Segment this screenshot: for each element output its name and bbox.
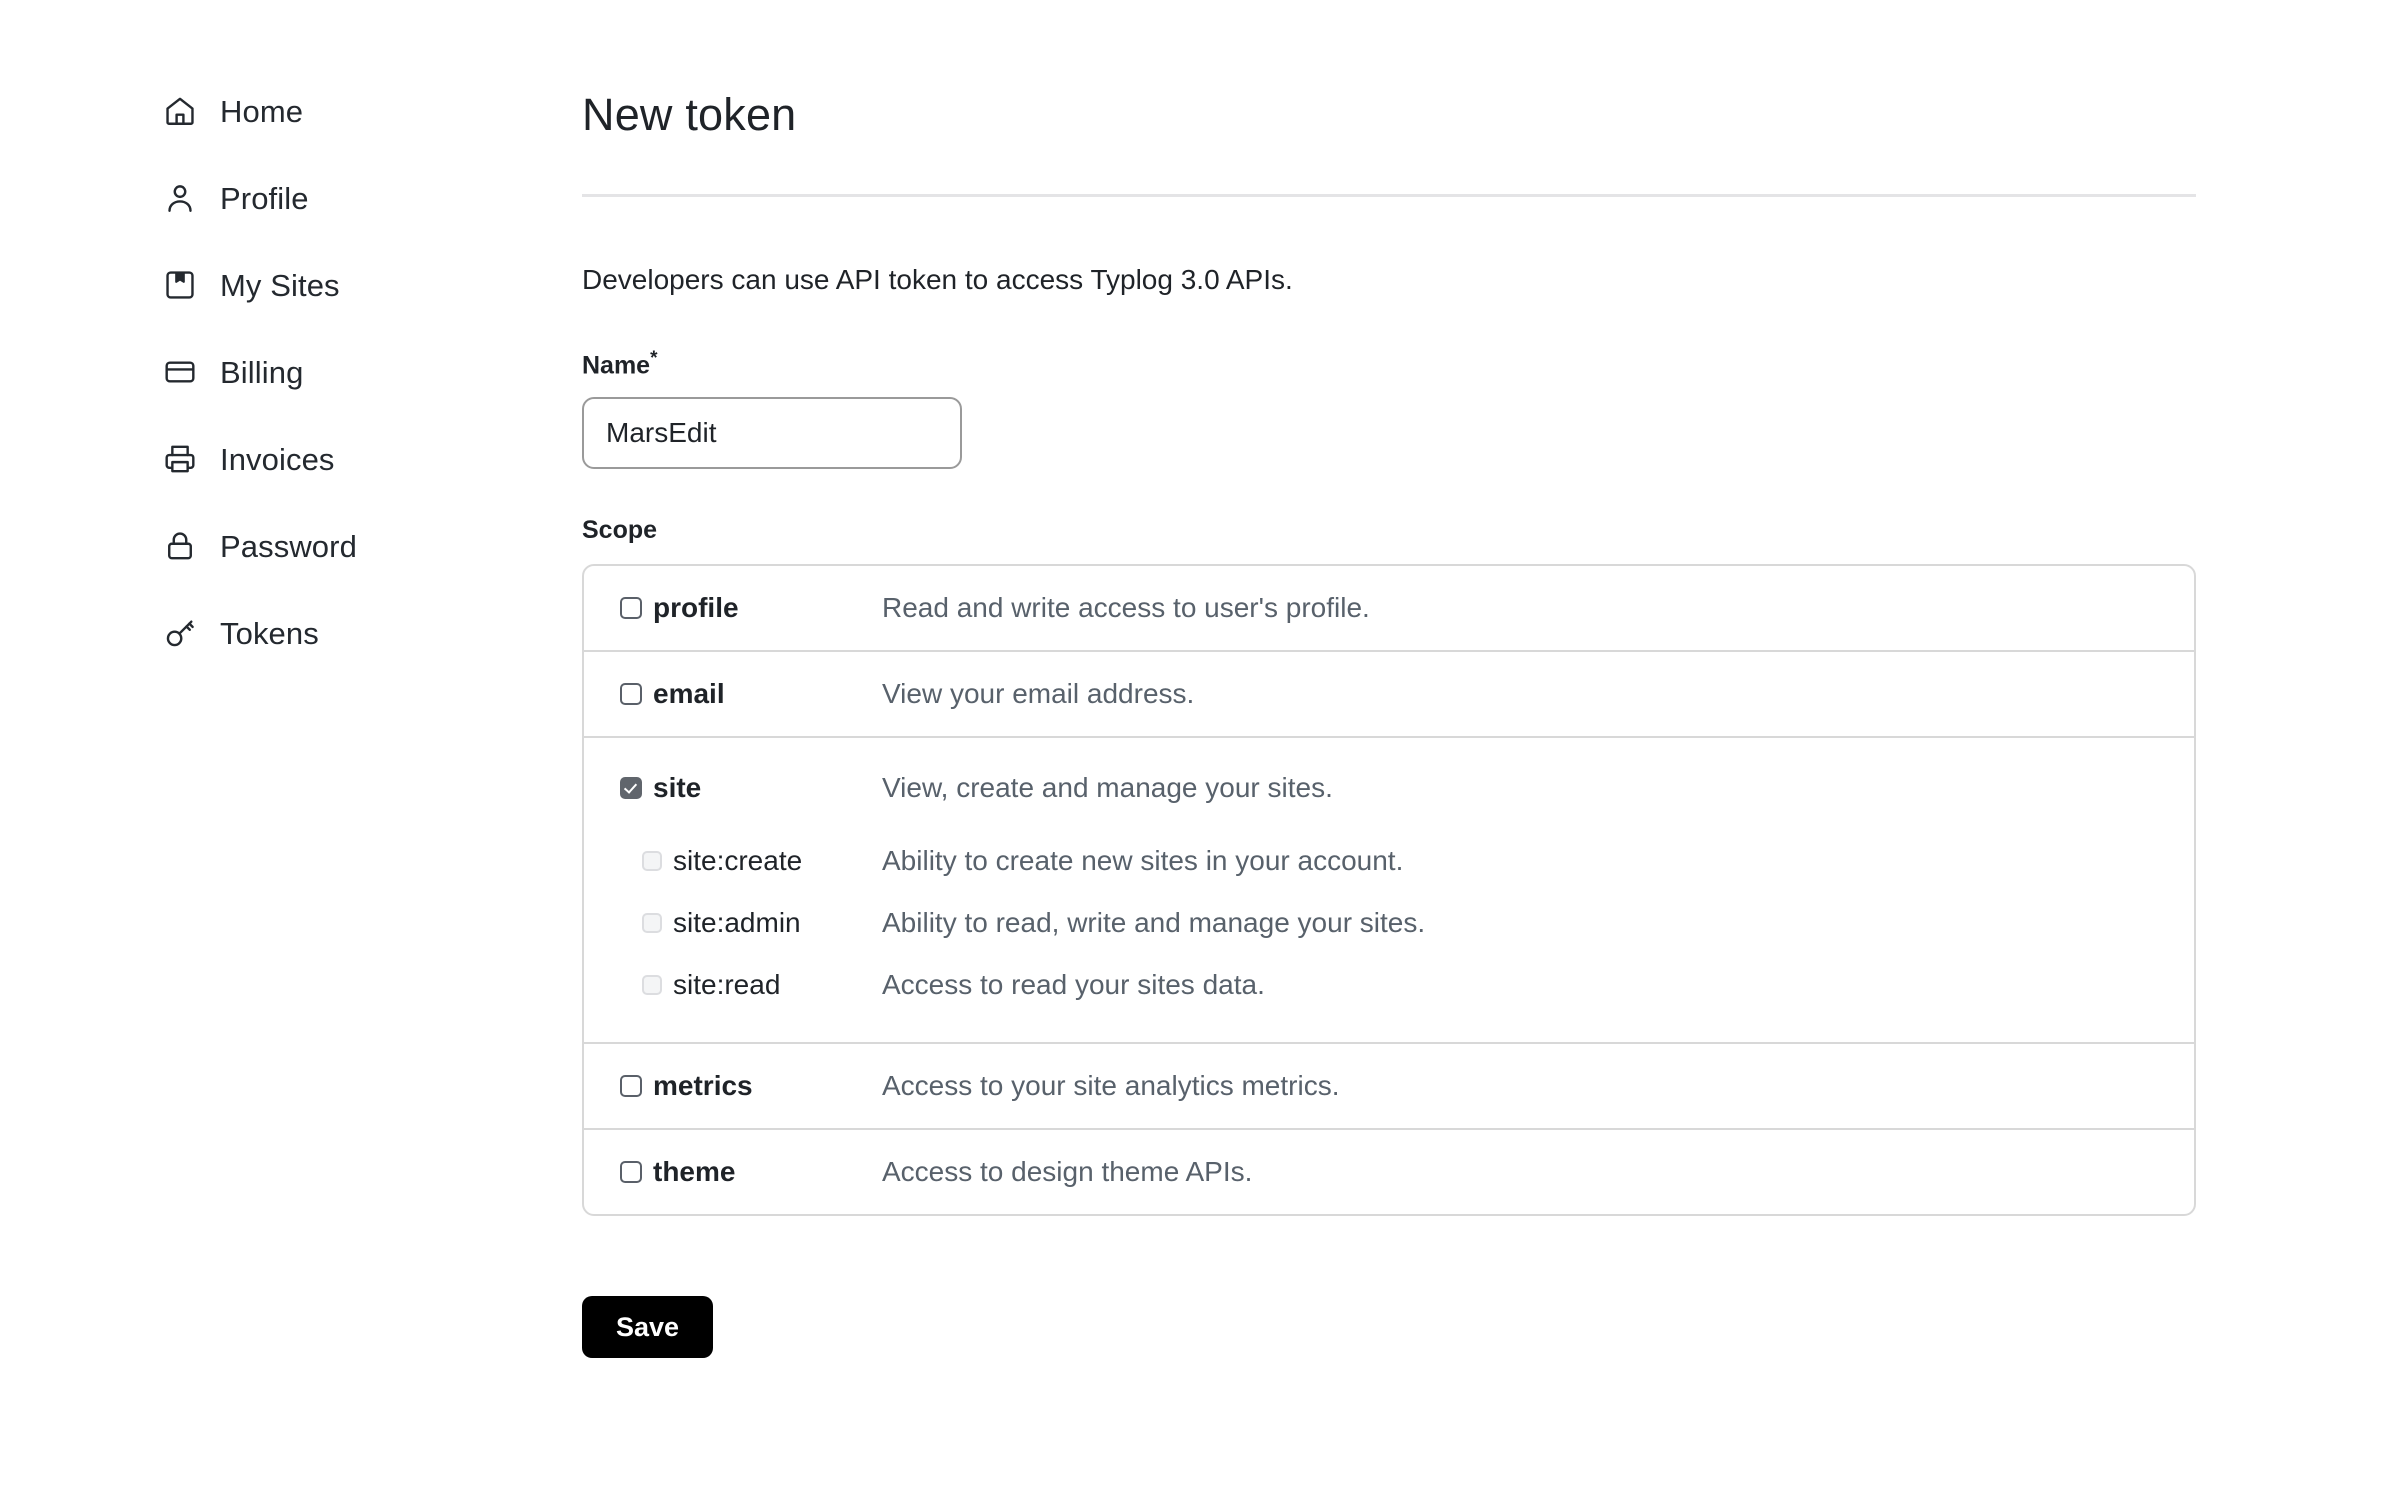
user-icon <box>160 178 200 218</box>
key-icon <box>160 613 200 653</box>
sidebar-item-home[interactable]: Home <box>160 82 500 140</box>
scope-description-site-admin: Ability to read, write and manage your s… <box>882 907 1426 939</box>
credit-card-icon <box>160 352 200 392</box>
sidebar-item-label: Password <box>220 528 357 564</box>
scope-group-site: site View, create and manage your sites.… <box>584 735 2194 1042</box>
scope-description-metrics: Access to your site analytics metrics. <box>882 1070 1340 1102</box>
scope-row-site-read[interactable]: site:read Access to read your sites data… <box>584 954 2194 1016</box>
scope-description-email: View your email address. <box>882 678 1195 710</box>
sidebar-item-label: Tokens <box>220 615 319 651</box>
sidebar-item-label: Home <box>220 93 304 129</box>
scope-name-site-admin: site:admin <box>673 906 801 938</box>
sidebar-item-tokens[interactable]: Tokens <box>160 604 500 662</box>
lock-icon <box>160 526 200 566</box>
scope-name-email: email <box>653 677 725 709</box>
scope-description-site: View, create and manage your sites. <box>882 772 1333 804</box>
sidebar-item-my-sites[interactable]: My Sites <box>160 256 500 314</box>
scope-row-theme[interactable]: theme Access to design theme APIs. <box>584 1130 2194 1214</box>
sidebar-item-invoices[interactable]: Invoices <box>160 430 500 488</box>
scope-name-site-read: site:read <box>673 968 781 1000</box>
scope-group-email: email View your email address. <box>584 649 2194 736</box>
sidebar-item-billing[interactable]: Billing <box>160 343 500 401</box>
sidebar-item-label: My Sites <box>220 267 340 303</box>
scope-checkbox-cell: site:admin <box>584 906 882 938</box>
sidebar-item-password[interactable]: Password <box>160 517 500 575</box>
scope-row-site-create[interactable]: site:create Ability to create new sites … <box>584 830 2194 892</box>
name-field-label: Name* <box>582 297 2196 378</box>
checkbox-profile[interactable] <box>620 596 642 619</box>
scope-name-site-create: site:create <box>673 844 803 876</box>
scope-checkbox-cell: site:read <box>584 968 882 1000</box>
scope-row-metrics[interactable]: metrics Access to your site analytics me… <box>584 1044 2194 1128</box>
name-input[interactable] <box>582 396 962 469</box>
sidebar-nav: Home Profile My Sites Billing Invoices P… <box>160 82 500 691</box>
checkbox-site-read[interactable] <box>642 974 662 995</box>
scope-row-profile[interactable]: profile Read and write access to user's … <box>584 566 2194 650</box>
scope-group-profile: profile Read and write access to user's … <box>584 566 2194 650</box>
scope-group-theme: theme Access to design theme APIs. <box>584 1127 2194 1214</box>
main-content: New token Developers can use API token t… <box>582 0 2196 1358</box>
scope-row-site-admin[interactable]: site:admin Ability to read, write and ma… <box>584 892 2194 954</box>
scope-label: Scope <box>582 515 658 544</box>
name-label-text: Name <box>582 350 651 379</box>
sidebar-item-profile[interactable]: Profile <box>160 169 500 227</box>
scope-description-site-create: Ability to create new sites in your acco… <box>882 845 1404 877</box>
save-button[interactable]: Save <box>582 1295 714 1358</box>
scope-name-theme: theme <box>653 1155 736 1187</box>
scope-name-site: site <box>653 771 702 803</box>
scope-name-profile: profile <box>653 591 739 623</box>
sidebar-item-label: Billing <box>220 354 304 390</box>
bookmark-box-icon <box>160 265 200 305</box>
required-marker: * <box>650 347 658 369</box>
scope-description-theme: Access to design theme APIs. <box>882 1156 1253 1188</box>
scope-checkbox-cell: profile <box>584 591 882 623</box>
sidebar-item-label: Profile <box>220 180 309 216</box>
checkbox-site-create[interactable] <box>642 850 662 871</box>
scope-checkbox-cell: site:create <box>584 844 882 876</box>
scope-description-site-read: Access to read your sites data. <box>882 969 1265 1001</box>
checkbox-site-admin[interactable] <box>642 912 662 933</box>
checkbox-metrics[interactable] <box>620 1074 642 1097</box>
sidebar-item-label: Invoices <box>220 441 335 477</box>
scope-group-metrics: metrics Access to your site analytics me… <box>584 1041 2194 1128</box>
checkbox-theme[interactable] <box>620 1160 642 1183</box>
home-icon <box>160 91 200 131</box>
scope-checkbox-cell: metrics <box>584 1069 882 1101</box>
intro-text: Developers can use API token to access T… <box>582 264 1293 295</box>
checkbox-site[interactable] <box>620 776 642 799</box>
scope-table: profile Read and write access to user's … <box>582 563 2196 1216</box>
scope-row-email[interactable]: email View your email address. <box>584 652 2194 736</box>
scope-checkbox-cell: site <box>584 771 882 803</box>
scope-row-site[interactable]: site View, create and manage your sites. <box>584 746 2194 830</box>
scope-checkbox-cell: theme <box>584 1155 882 1187</box>
checkbox-email[interactable] <box>620 682 642 705</box>
page-root: Home Profile My Sites Billing Invoices P… <box>0 0 2390 1495</box>
scope-checkbox-cell: email <box>584 677 882 709</box>
scope-description-profile: Read and write access to user's profile. <box>882 592 1370 624</box>
printer-icon <box>160 439 200 479</box>
scope-name-metrics: metrics <box>653 1069 753 1101</box>
page-title: New token <box>582 89 797 140</box>
